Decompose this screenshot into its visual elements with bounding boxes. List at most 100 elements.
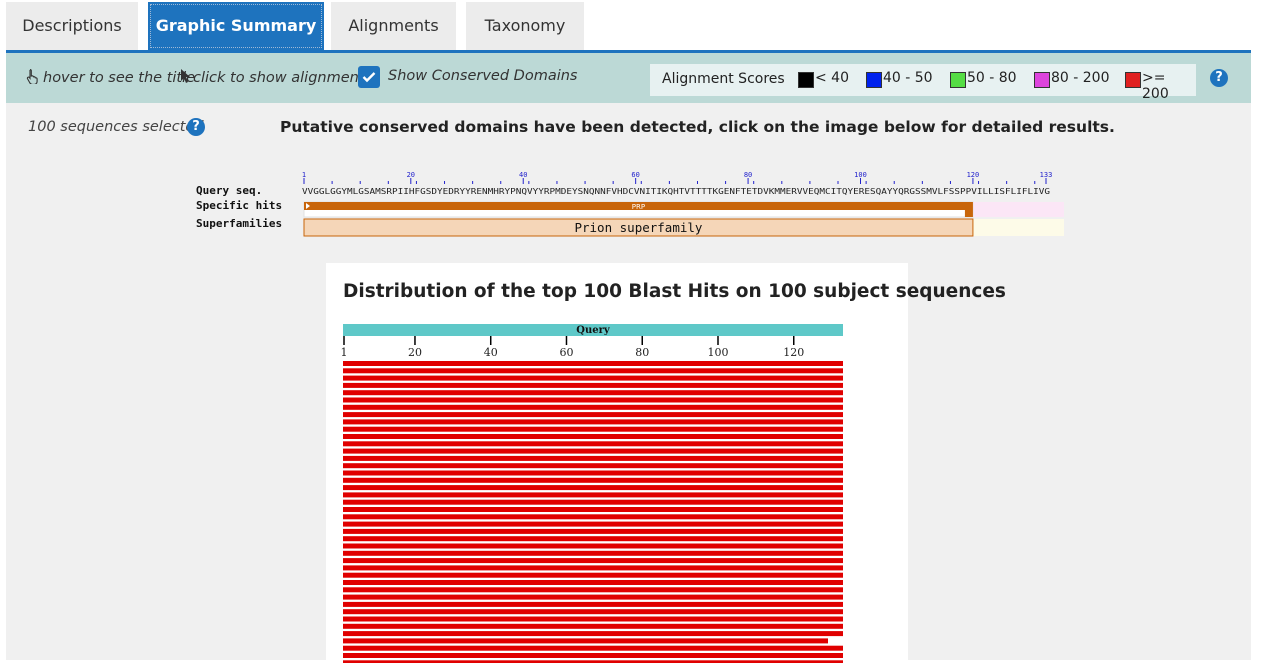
ruler-tick-label: 40: [519, 171, 527, 179]
blast-hit-bar: [343, 514, 843, 520]
hover-hint: hover to see the title: [26, 68, 195, 88]
blast-hit-bar: [343, 543, 843, 549]
blast-hit-bar: [343, 638, 828, 644]
ruler-tick-label: 80: [744, 171, 752, 179]
legend-label-lt40: < 40: [815, 70, 849, 86]
tab-alignments[interactable]: Alignments: [331, 2, 456, 50]
blast-hit-bar: [343, 565, 843, 571]
click-hint-text: click to show alignments: [193, 70, 373, 86]
blast-hit-bar: [343, 572, 843, 578]
blast-hit-bar: [343, 492, 843, 498]
checkmark-icon: [362, 72, 376, 83]
blast-hit-bar: [343, 594, 843, 600]
axis-tick-label: 100: [708, 346, 729, 359]
superfamily-unaligned: [972, 219, 1064, 236]
blast-hit-bar: [343, 653, 843, 658]
query-seq-label: Query seq.: [196, 184, 263, 197]
cdd-notice: Putative conserved domains have been det…: [280, 118, 1115, 136]
blast-hit-bar: [343, 463, 843, 469]
blast-hit-bar: [343, 382, 843, 388]
alignment-scores-legend: Alignment Scores < 40 40 - 50 50 - 80 80…: [650, 64, 1196, 102]
blast-hit-bar: [343, 375, 843, 381]
specific-hit-prp-label: PRP: [632, 203, 645, 211]
tab-taxonomy[interactable]: Taxonomy: [466, 2, 584, 50]
legend-label-50-80: 50 - 80: [967, 70, 1017, 86]
blast-hit-bar: [343, 397, 843, 403]
legend-swatch-lt40: [798, 72, 814, 88]
blast-hit-bar: [343, 441, 843, 447]
blast-hit-bar: [343, 455, 843, 461]
superfamily-prion-label: Prion superfamily: [574, 220, 702, 235]
axis-tick-label: 120: [783, 346, 804, 359]
blast-hit-bar: [343, 645, 843, 651]
blast-hit-bar: [343, 550, 843, 556]
blast-hit-bar: [343, 609, 843, 615]
blast-distribution-panel: Distribution of the top 100 Blast Hits o…: [326, 263, 1006, 663]
distribution-graphic[interactable]: Query1 20 40 60 80 100 120: [326, 263, 908, 663]
arrow-pointer-icon: [180, 68, 190, 88]
legend-swatch-80-200: [1034, 72, 1050, 88]
blast-hit-bar: [343, 623, 843, 629]
blast-hit-bar: [343, 528, 843, 534]
graphic-toolbar: hover to see the title click to show ali…: [6, 53, 1251, 103]
axis-tick-label: 60: [559, 346, 573, 359]
blast-hit-bar: [343, 412, 843, 418]
ruler-tick-label: 120: [967, 171, 980, 179]
blast-hit-bar: [343, 507, 843, 512]
ruler-tick-label: 133: [1040, 171, 1053, 179]
ruler-tick-label: 20: [407, 171, 415, 179]
click-hint: click to show alignments: [180, 68, 372, 88]
blast-hit-bar: [343, 361, 843, 366]
blast-hit-bar: [343, 419, 843, 425]
blast-hit-bar: [343, 499, 843, 505]
blast-hit-bar: [343, 558, 843, 564]
legend-label-80-200: 80 - 200: [1051, 70, 1110, 86]
conserved-domains-graphic[interactable]: 1 20 40 60 80 100 120 133 VVGGLGGYMLGSAMSRPIIHFG…: [196, 169, 1066, 239]
blast-hit-bar: [343, 580, 843, 585]
blast-hit-bar: [343, 616, 843, 622]
blast-hit-bar: [343, 601, 843, 607]
axis-tick-label: 1: [341, 346, 348, 359]
legend-label-40-50: 40 - 50: [883, 70, 933, 86]
legend-swatch-50-80: [950, 72, 966, 88]
selection-help-icon[interactable]: ?: [187, 118, 205, 136]
blast-hit-bar: [343, 485, 843, 491]
alignment-scores-title: Alignment Scores: [662, 71, 785, 87]
legend-swatch-gte200: [1125, 72, 1141, 88]
ruler-tick-label: 60: [631, 171, 639, 179]
blast-hit-bar: [343, 470, 843, 476]
axis-tick-label: 20: [408, 346, 422, 359]
cdd-ruler-svg: 1 20 40 60 80 100 120 133VVGGLGGYMLGSAMSRPIIHFG…: [302, 171, 1064, 237]
hover-hint-text: hover to see the title: [43, 70, 196, 86]
help-icon[interactable]: ?: [1210, 69, 1228, 87]
query-sequence: VVGGLGGYMLGSAMSRPIIHFGSDYEDRYYRENMHRYPNQ…: [302, 186, 1050, 196]
blast-hit-bar: [343, 404, 843, 410]
blast-hit-bar: [343, 368, 843, 374]
blast-hit-bar: [343, 448, 843, 454]
axis-tick-label: 80: [635, 346, 649, 359]
superfamilies-label: Superfamilies: [196, 217, 283, 230]
query-bar-label: Query: [576, 325, 611, 336]
show-conserved-domains-checkbox[interactable]: [358, 66, 380, 88]
blast-hit-bar: [343, 631, 843, 637]
legend-label-gte200: >= 200: [1142, 70, 1169, 102]
show-conserved-domains-label[interactable]: Show Conserved Domains: [388, 68, 578, 84]
hand-pointer-icon: [26, 68, 40, 88]
specific-hit-prp-end: [964, 210, 973, 217]
tab-graphic-summary[interactable]: Graphic Summary: [148, 2, 324, 50]
legend-swatch-40-50: [866, 72, 882, 88]
result-tabs: Descriptions Graphic Summary Alignments …: [6, 2, 1251, 50]
blast-hit-bar: [343, 434, 843, 439]
axis-tick-label: 40: [484, 346, 498, 359]
blast-hit-bar: [343, 587, 843, 593]
graphic-summary-content: 100 sequences selected ? Putative conser…: [6, 103, 1251, 663]
blast-hit-bar: [343, 477, 843, 483]
ruler-tick-label: 1: [302, 171, 306, 179]
ruler-tick-label: 100: [854, 171, 867, 179]
blast-hit-bar: [343, 426, 843, 432]
specific-hits-label: Specific hits: [196, 199, 283, 212]
specific-hits-unaligned: [972, 202, 1064, 217]
tab-descriptions[interactable]: Descriptions: [6, 2, 138, 50]
sequences-selected-count: 100 sequences selected: [28, 119, 204, 135]
blast-hit-bar: [343, 521, 843, 527]
